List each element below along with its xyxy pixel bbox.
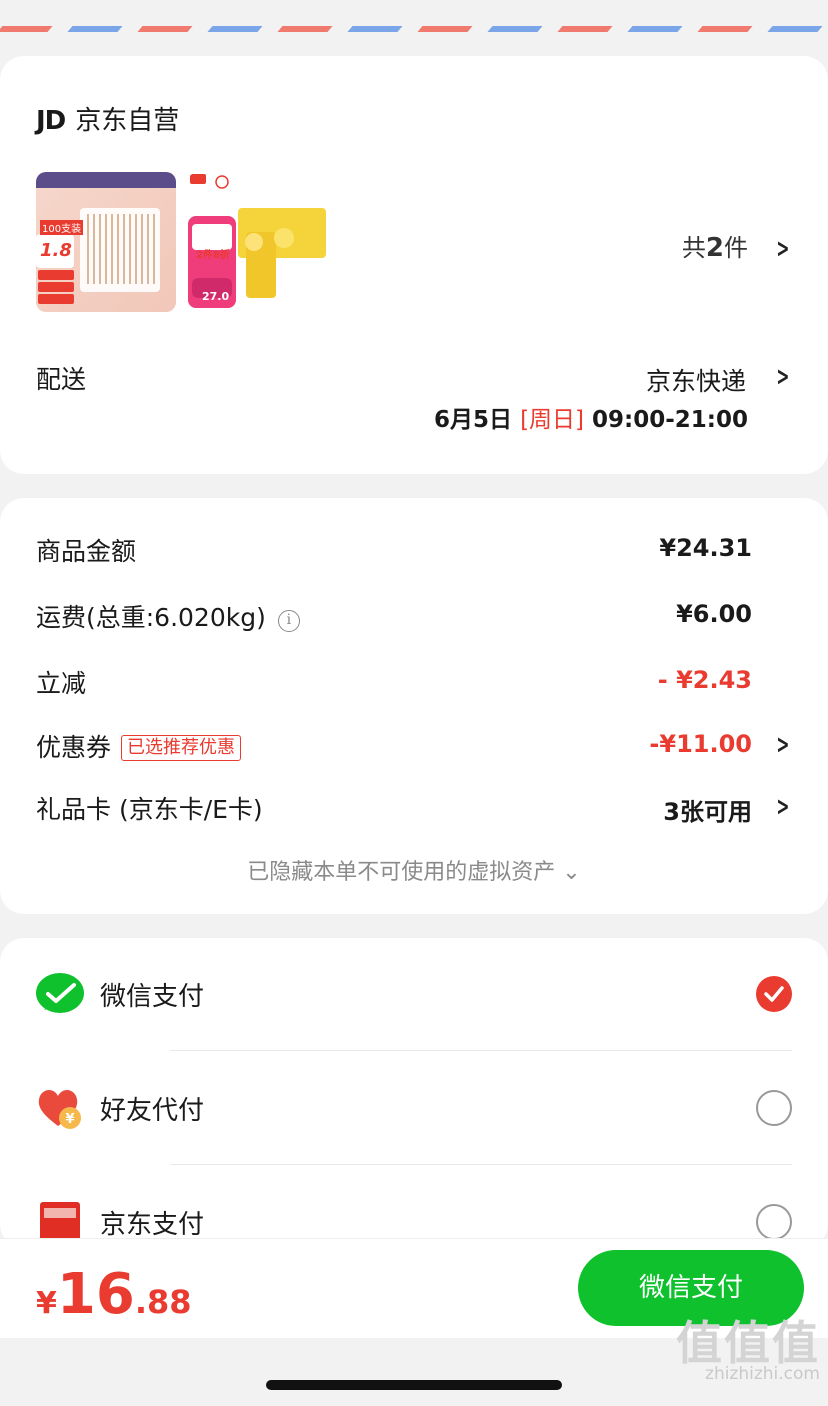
coupon-label[interactable]: 优惠券 已选推荐优惠 — [36, 728, 242, 764]
payment-label-friend: 好友代付 — [100, 1096, 205, 1126]
home-indicator[interactable] — [266, 1380, 562, 1390]
product-thumbnail-lemon-tea[interactable]: 2件8折 27.0 — [188, 172, 328, 312]
radio-selected-icon[interactable] — [756, 976, 792, 1012]
chevron-right-icon[interactable]: > — [776, 792, 789, 822]
goods-amount-value: ¥24.31 — [659, 534, 752, 562]
friend-pay-heart-icon: ¥ — [38, 1090, 81, 1129]
goods-amount-label: 商品金额 — [36, 537, 137, 566]
shop-name: 京东自营 — [75, 106, 180, 136]
delivery-method[interactable]: 京东快递 — [646, 362, 746, 398]
airmail-stripe — [487, 26, 543, 32]
product-badge-price: 1.8 — [40, 240, 72, 261]
giftcard-value[interactable]: 3张可用 — [663, 792, 752, 827]
payment-label-jdpay: 京东支付 — [100, 1210, 205, 1240]
coupon-value[interactable]: -¥11.00 — [649, 730, 752, 758]
delivery-time[interactable]: 6月5日 [周日] 09:00-21:00 — [434, 400, 748, 434]
airmail-stripe — [277, 26, 333, 32]
total-amount: ¥16.88 — [36, 1262, 192, 1327]
chevron-right-icon[interactable]: > — [776, 362, 789, 392]
svg-text:¥: ¥ — [65, 1112, 74, 1127]
chevron-right-icon[interactable]: > — [776, 234, 789, 264]
radio-unselected-icon[interactable] — [756, 1090, 792, 1126]
airmail-stripe — [0, 26, 53, 32]
airmail-stripe — [207, 26, 263, 32]
coupon-recommended-tag: 已选推荐优惠 — [121, 735, 242, 761]
product-badge-desc: 100支装 — [40, 220, 84, 235]
product-thumbnail-cotton-swabs[interactable]: 1.8 100支装 — [36, 172, 176, 312]
item-count-prefix: 共 — [681, 234, 706, 262]
info-icon[interactable]: i — [277, 610, 300, 632]
delivery-date: 6月5日 — [434, 407, 513, 433]
promo-tag: 2件8折 — [196, 250, 230, 261]
chevron-right-icon[interactable]: > — [776, 730, 789, 760]
payment-option-wechat[interactable]: 微信支付 — [0, 964, 828, 1024]
watermark-logo: 值值值 — [676, 1316, 820, 1370]
watermark: 值值值 zhizhizhi.com — [676, 1320, 820, 1383]
coupon-label-text: 优惠券 — [36, 733, 112, 762]
radio-unselected-icon[interactable] — [756, 1204, 792, 1240]
wechat-pay-icon — [36, 973, 84, 1013]
airmail-stripe — [767, 26, 823, 32]
currency-symbol: ¥ — [36, 1286, 57, 1321]
payment-label-wechat: 微信支付 — [100, 982, 205, 1012]
payment-option-friend[interactable]: ¥ 好友代付 — [0, 1078, 828, 1138]
total-integer: 16 — [56, 1262, 135, 1327]
delivery-time-range: 09:00-21:00 — [592, 407, 748, 433]
divider — [170, 1164, 792, 1165]
airmail-stripe — [67, 26, 123, 32]
airmail-border — [0, 0, 828, 32]
shipping-value: ¥6.00 — [676, 600, 752, 628]
giftcard-label[interactable]: 礼品卡 (京东卡/E卡) — [36, 790, 263, 826]
discount-label: 立减 — [36, 669, 87, 698]
delivery-weekday: [周日] — [520, 407, 585, 433]
wechat-pay-button[interactable]: 微信支付 — [578, 1250, 804, 1326]
airmail-stripe — [557, 26, 613, 32]
item-count[interactable]: 共2件 — [682, 228, 748, 263]
airmail-stripe — [697, 26, 753, 32]
shipping-label-text: 运费(总重:6.020kg) — [36, 603, 266, 632]
discount-value: - ¥2.43 — [657, 666, 752, 694]
airmail-stripe — [137, 26, 193, 32]
item-count-number: 2 — [705, 233, 724, 263]
promo-price: 27.0 — [202, 290, 230, 303]
item-count-suffix: 件 — [724, 234, 748, 262]
shipping-label: 运费(总重:6.020kg) i — [36, 598, 300, 634]
airmail-stripe — [417, 26, 473, 32]
delivery-label: 配送 — [36, 365, 87, 394]
shop-title: JD 京东自营 — [36, 100, 179, 137]
airmail-stripe — [347, 26, 403, 32]
airmail-stripe — [627, 26, 683, 32]
total-decimal: .88 — [134, 1283, 192, 1321]
jd-logo: JD — [36, 106, 66, 136]
divider — [170, 1050, 792, 1051]
hidden-assets-toggle[interactable]: 已隐藏本单不可使用的虚拟资产 ⌄ — [0, 854, 828, 886]
